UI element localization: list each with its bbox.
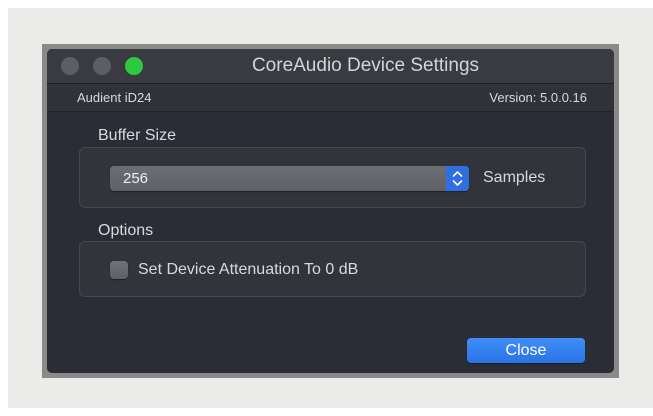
buffer-size-value: 256	[123, 170, 149, 187]
device-name: Audient iD24	[77, 90, 152, 105]
close-button[interactable]: Close	[467, 338, 585, 363]
version-label: Version: 5.0.0.16	[489, 90, 587, 105]
attenuation-checkbox-label[interactable]: Set Device Attenuation To 0 dB	[138, 261, 358, 279]
settings-window: CoreAudio Device Settings Audient iD24 V…	[47, 49, 614, 373]
options-heading: Options	[98, 222, 154, 239]
device-info-bar: Audient iD24 Version: 5.0.0.16	[47, 84, 614, 112]
title-bar[interactable]: CoreAudio Device Settings	[47, 49, 614, 84]
buffer-size-heading: Buffer Size	[98, 127, 176, 144]
samples-unit-label: Samples	[483, 169, 546, 186]
select-chevron-updown-icon[interactable]	[446, 166, 469, 191]
attenuation-checkbox[interactable]	[110, 261, 128, 279]
buffer-size-select[interactable]: 256	[110, 166, 469, 191]
window-title: CoreAudio Device Settings	[251, 55, 480, 76]
